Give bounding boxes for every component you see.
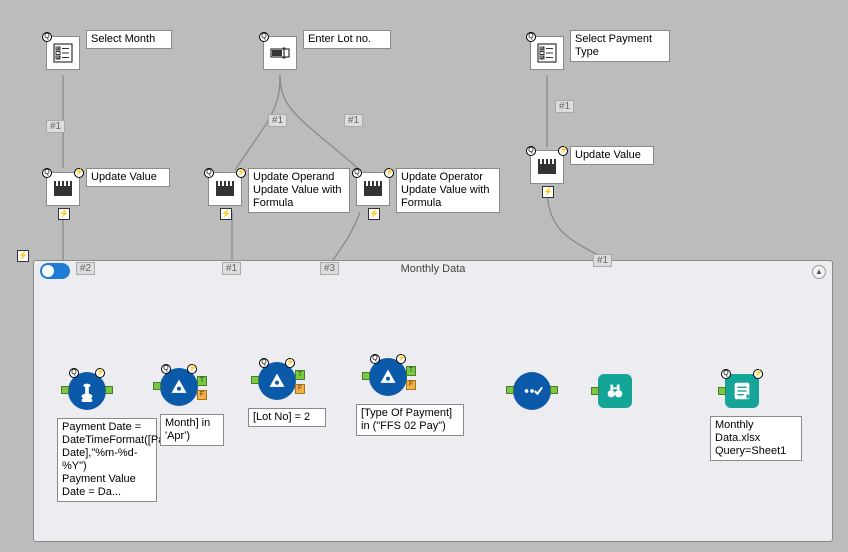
input-anchor[interactable] bbox=[61, 386, 69, 394]
bolt-badge: ⚡ bbox=[187, 364, 197, 374]
q-badge: Q bbox=[526, 146, 536, 156]
container-port-label: #2 bbox=[76, 262, 95, 275]
q-badge: Q bbox=[69, 368, 79, 378]
action-icon bbox=[535, 155, 559, 179]
action-update-value-2[interactable]: Q ⚡ ⚡ bbox=[530, 150, 564, 184]
tool-select-month[interactable]: Q bbox=[46, 36, 80, 70]
bolt-badge: ⚡ bbox=[753, 369, 763, 379]
false-anchor[interactable]: F bbox=[406, 380, 416, 390]
event-badge: ⚡ bbox=[17, 250, 29, 262]
browse-icon bbox=[604, 380, 626, 402]
event-out-badge: ⚡ bbox=[220, 208, 232, 220]
connector-label: #1 bbox=[555, 100, 574, 113]
tool-filter-payment[interactable]: Q ⚡ T F bbox=[369, 358, 407, 396]
textbox-icon bbox=[268, 41, 292, 65]
q-badge: Q bbox=[42, 32, 52, 42]
q-badge: Q bbox=[42, 168, 52, 178]
action-update-operator-label: Update Operator Update Value with Formul… bbox=[396, 168, 500, 213]
tool-filter-month[interactable]: Q ⚡ T F bbox=[160, 368, 198, 406]
input-anchor[interactable] bbox=[718, 387, 726, 395]
q-badge: Q bbox=[259, 358, 269, 368]
event-out-badge: ⚡ bbox=[542, 186, 554, 198]
bolt-badge: ⚡ bbox=[384, 168, 394, 178]
action-update-value-1-label: Update Value bbox=[86, 168, 170, 187]
container-port-label: #1 bbox=[222, 262, 241, 275]
container-port-label: #1 bbox=[593, 254, 612, 267]
bolt-badge: ⚡ bbox=[236, 168, 246, 178]
bolt-badge: ⚡ bbox=[74, 168, 84, 178]
q-badge: Q bbox=[721, 369, 731, 379]
container-collapse-button[interactable]: ▲ bbox=[812, 265, 826, 279]
tool-select-payment[interactable]: Q bbox=[530, 36, 564, 70]
select-icon bbox=[521, 380, 543, 402]
q-badge: Q bbox=[204, 168, 214, 178]
action-update-operand[interactable]: Q ⚡ ⚡ bbox=[208, 172, 242, 206]
output-icon bbox=[731, 380, 753, 402]
tool-select-month-label: Select Month bbox=[86, 30, 172, 49]
q-badge: Q bbox=[352, 168, 362, 178]
tool-formula-annotation: Payment Date = DateTimeFormat([Payment D… bbox=[57, 418, 157, 502]
tool-select-payment-label: Select Payment Type bbox=[570, 30, 670, 62]
tool-formula[interactable]: Q ⚡ bbox=[68, 372, 106, 410]
container-port-label: #3 bbox=[320, 262, 339, 275]
formula-icon bbox=[76, 380, 98, 402]
connector-label: #1 bbox=[268, 114, 287, 127]
q-badge: Q bbox=[370, 354, 380, 364]
input-anchor[interactable] bbox=[506, 386, 514, 394]
input-anchor[interactable] bbox=[251, 376, 259, 384]
false-anchor[interactable]: F bbox=[295, 384, 305, 394]
q-badge: Q bbox=[526, 32, 536, 42]
bolt-badge: ⚡ bbox=[396, 354, 406, 364]
tool-enter-lot[interactable]: Q bbox=[263, 36, 297, 70]
action-icon bbox=[51, 177, 75, 201]
input-anchor[interactable] bbox=[362, 372, 370, 380]
input-anchor[interactable] bbox=[153, 382, 161, 390]
filter-icon bbox=[267, 371, 287, 391]
true-anchor[interactable]: T bbox=[197, 376, 207, 386]
connector-label: #1 bbox=[344, 114, 363, 127]
tool-output-annotation: Monthly Data.xlsx Query=Sheet1 bbox=[710, 416, 802, 461]
output-anchor[interactable] bbox=[105, 386, 113, 394]
tool-output-data[interactable]: Q ⚡ bbox=[725, 374, 759, 408]
event-out-badge: ⚡ bbox=[58, 208, 70, 220]
output-anchor[interactable] bbox=[550, 386, 558, 394]
tool-browse[interactable] bbox=[598, 374, 632, 408]
container-title: Monthly Data bbox=[34, 263, 832, 275]
tool-select[interactable] bbox=[513, 372, 551, 410]
tool-filter-lot-annotation: [Lot No] = 2 bbox=[248, 408, 326, 427]
tool-filter-lot[interactable]: Q ⚡ T F bbox=[258, 362, 296, 400]
action-update-operator[interactable]: Q ⚡ ⚡ bbox=[356, 172, 390, 206]
action-icon bbox=[213, 177, 237, 201]
action-update-operand-label: Update Operand Update Value with Formula bbox=[248, 168, 350, 213]
action-update-value-1[interactable]: Q ⚡ ⚡ bbox=[46, 172, 80, 206]
action-icon bbox=[361, 177, 385, 201]
input-anchor[interactable] bbox=[591, 387, 599, 395]
event-out-badge: ⚡ bbox=[368, 208, 380, 220]
bolt-badge: ⚡ bbox=[558, 146, 568, 156]
tool-filter-payment-annotation: [Type Of Payment] in ("FFS 02 Pay") bbox=[356, 404, 464, 436]
q-badge: Q bbox=[161, 364, 171, 374]
dropdown-icon bbox=[535, 41, 559, 65]
tool-filter-month-annotation: Month] in 'Apr') bbox=[160, 414, 224, 446]
bolt-badge: ⚡ bbox=[95, 368, 105, 378]
true-anchor[interactable]: T bbox=[406, 366, 416, 376]
false-anchor[interactable]: F bbox=[197, 390, 207, 400]
bolt-badge: ⚡ bbox=[285, 358, 295, 368]
filter-icon bbox=[378, 367, 398, 387]
dropdown-icon bbox=[51, 41, 75, 65]
connector-label: #1 bbox=[46, 120, 65, 133]
tool-enter-lot-label: Enter Lot no. bbox=[303, 30, 391, 49]
q-badge: Q bbox=[259, 32, 269, 42]
true-anchor[interactable]: T bbox=[295, 370, 305, 380]
action-update-value-2-label: Update Value bbox=[570, 146, 654, 165]
container-toggle[interactable] bbox=[40, 263, 70, 279]
filter-icon bbox=[169, 377, 189, 397]
